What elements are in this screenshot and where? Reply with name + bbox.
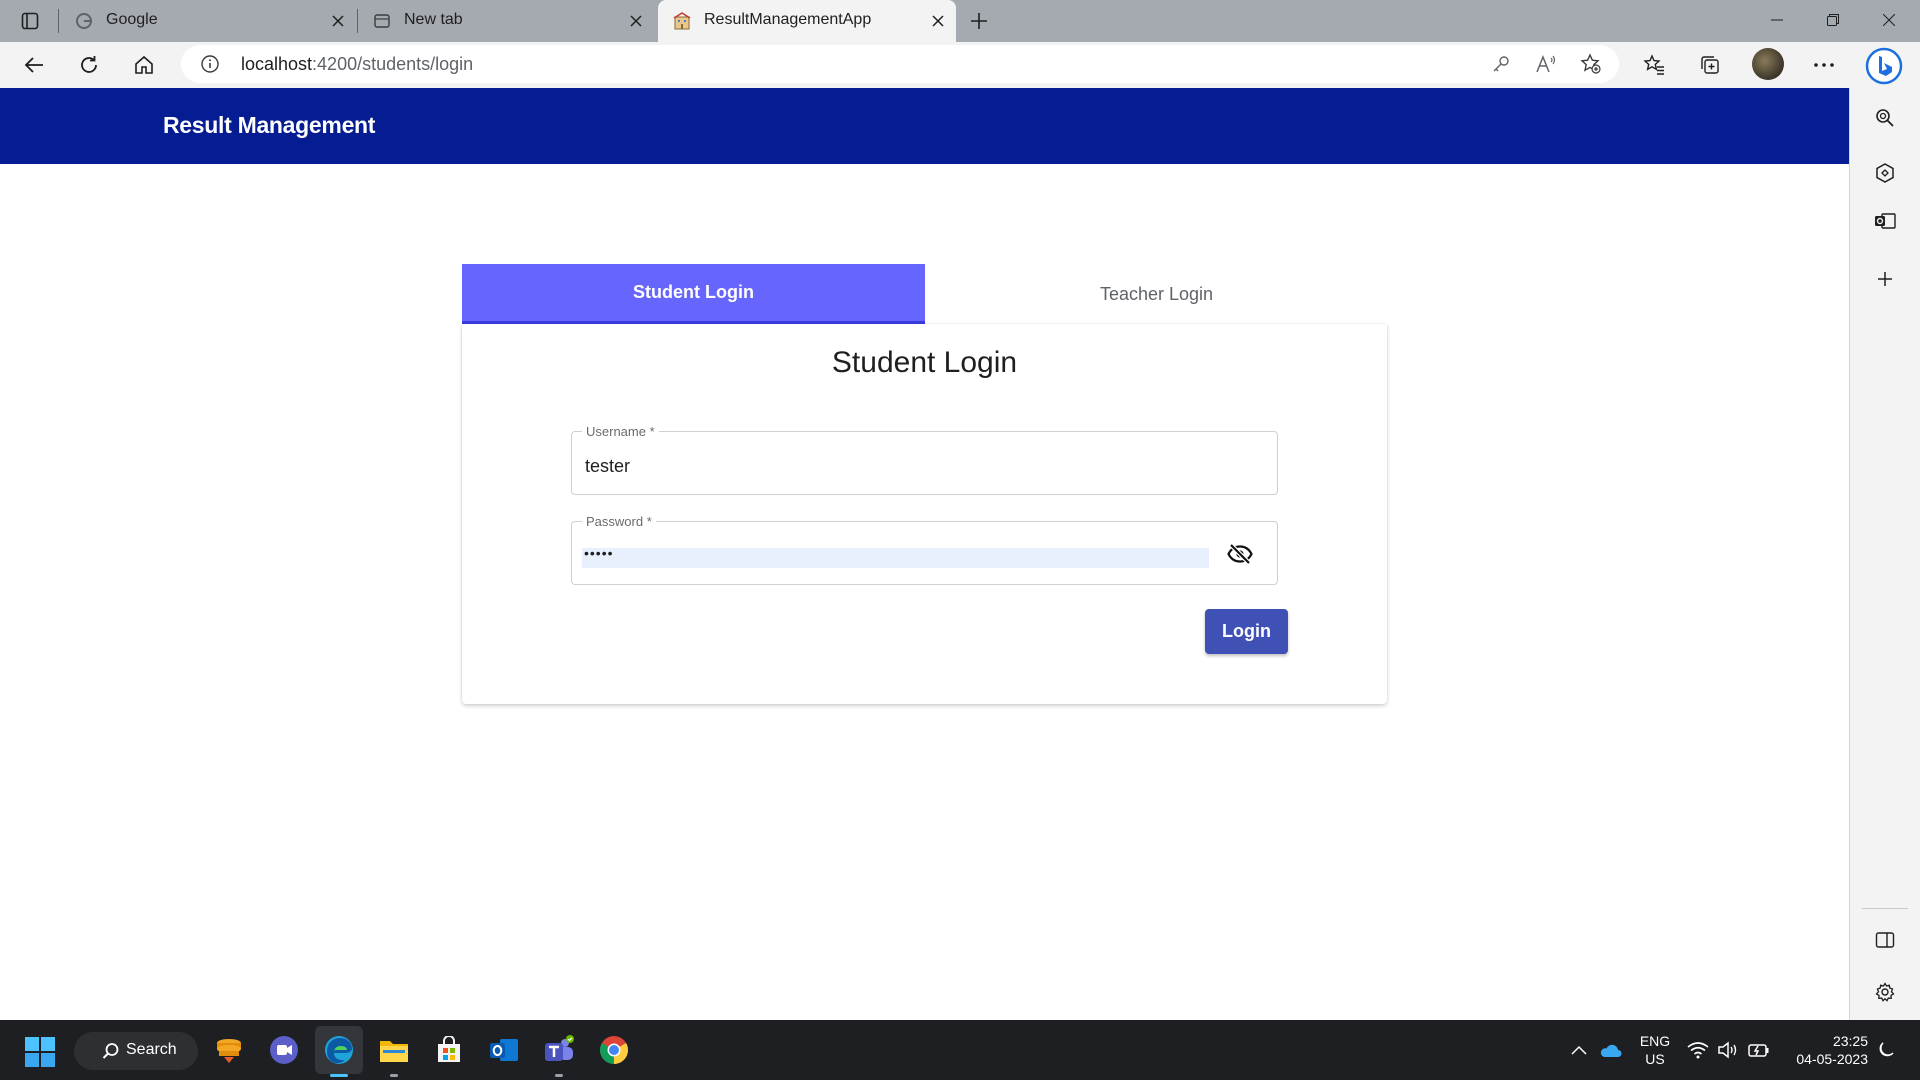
volume-icon[interactable] <box>1716 1038 1740 1062</box>
tab-title: Google <box>106 11 158 28</box>
login-tab-group: Student Login Teacher Login <box>462 264 1387 324</box>
tab-new-tab[interactable]: New tab <box>358 0 654 42</box>
microsoft-store-icon[interactable] <box>433 1034 465 1066</box>
refresh-icon[interactable] <box>73 49 105 81</box>
split-screen-icon[interactable] <box>1870 925 1900 955</box>
outlook-sidebar-icon[interactable] <box>1870 206 1900 236</box>
tab-title: New tab <box>404 11 463 28</box>
add-favorite-icon[interactable] <box>1579 52 1603 76</box>
edge-browser-icon[interactable] <box>315 1026 363 1074</box>
tab-separator <box>58 9 59 33</box>
edge-active-indicator <box>330 1074 348 1077</box>
close-tab-icon[interactable] <box>328 11 348 31</box>
windows-taskbar: Search ENG US 23:25 04-05-2023 <box>0 1020 1920 1080</box>
outlook-icon[interactable] <box>488 1034 520 1066</box>
onedrive-icon[interactable] <box>1598 1038 1622 1062</box>
show-hidden-icons-icon[interactable] <box>1567 1038 1591 1062</box>
url-host: localhost <box>241 54 313 74</box>
clock-date: 04-05-2023 <box>1796 1051 1868 1067</box>
login-button[interactable]: Login <box>1205 609 1288 654</box>
tab-google[interactable]: Google <box>60 0 356 42</box>
system-clock[interactable]: 23:25 04-05-2023 <box>1782 1032 1868 1068</box>
login-card: Student Login Username * tester Password… <box>462 324 1387 704</box>
taskbar-search[interactable]: Search <box>74 1032 198 1070</box>
collections-icon[interactable] <box>1694 49 1726 81</box>
url-text[interactable]: localhost:4200/students/login <box>241 54 473 75</box>
wifi-icon[interactable] <box>1686 1038 1710 1062</box>
more-icon[interactable] <box>1808 49 1840 81</box>
browser-tab-strip: Google New tab ResultManagementApp <box>0 0 1920 42</box>
close-window-icon[interactable] <box>1866 4 1912 36</box>
back-icon[interactable] <box>18 49 50 81</box>
clock-time: 23:25 <box>1832 1033 1868 1049</box>
url-path: :4200/students/login <box>312 54 474 74</box>
home-icon[interactable] <box>128 49 160 81</box>
file-explorer-icon[interactable] <box>378 1034 410 1066</box>
password-key-icon[interactable] <box>1489 52 1513 76</box>
browser-toolbar: localhost:4200/students/login <box>0 42 1920 88</box>
tab-title: ResultManagementApp <box>704 11 872 28</box>
tab-result-management-app[interactable]: ResultManagementApp <box>658 0 956 42</box>
tab-actions-icon[interactable] <box>14 9 46 33</box>
site-info-icon[interactable] <box>201 55 219 73</box>
region-code: US <box>1645 1051 1665 1067</box>
web-page: Result Management Student Login Teacher … <box>0 88 1849 1020</box>
password-autofill-highlight <box>582 548 1209 568</box>
tools-sidebar-icon[interactable] <box>1870 158 1900 188</box>
password-input[interactable]: ••••• <box>584 545 614 561</box>
stacked-coins-app-icon[interactable] <box>213 1034 245 1066</box>
battery-charging-icon[interactable] <box>1747 1038 1771 1062</box>
new-tab-page-icon <box>372 11 392 31</box>
close-tab-icon[interactable] <box>928 11 948 31</box>
app-header: Result Management <box>0 88 1849 164</box>
chrome-icon[interactable] <box>598 1034 630 1066</box>
teams-running-indicator <box>555 1074 563 1077</box>
login-heading: Student Login <box>831 346 1018 379</box>
meet-now-video-icon[interactable] <box>268 1034 300 1066</box>
sidebar-divider <box>1862 908 1908 909</box>
explorer-running-indicator <box>390 1074 398 1077</box>
restore-icon[interactable] <box>1810 4 1856 36</box>
language-code: ENG <box>1639 1033 1671 1049</box>
search-label: Search <box>126 1041 177 1058</box>
tab-student-login[interactable]: Student Login <box>462 264 925 324</box>
bing-copilot-icon[interactable] <box>1864 46 1904 86</box>
edge-sidebar <box>1849 88 1920 1020</box>
tab-teacher-login[interactable]: Teacher Login <box>925 264 1388 324</box>
windows-start-icon[interactable] <box>24 1036 56 1068</box>
input-language-indicator[interactable]: ENG US <box>1635 1032 1675 1068</box>
address-bar[interactable]: localhost:4200/students/login <box>181 45 1619 83</box>
search-icon <box>102 1042 120 1060</box>
teams-icon[interactable] <box>543 1034 575 1066</box>
username-input[interactable]: tester <box>585 456 630 477</box>
favorites-icon[interactable] <box>1638 49 1670 81</box>
password-label: Password * <box>582 514 656 529</box>
new-tab-plus-icon[interactable] <box>965 7 993 35</box>
username-field[interactable]: Username * tester <box>571 424 1278 495</box>
password-field[interactable]: Password * ••••• <box>571 514 1278 585</box>
close-tab-icon[interactable] <box>626 11 646 31</box>
settings-icon[interactable] <box>1870 977 1900 1007</box>
app-title[interactable]: Result Management <box>163 112 375 139</box>
app-building-icon <box>672 11 692 31</box>
username-label: Username * <box>582 424 659 439</box>
profile-avatar[interactable] <box>1752 48 1784 80</box>
search-sidebar-icon[interactable] <box>1870 103 1900 133</box>
google-g-icon <box>74 11 94 31</box>
focus-moon-icon[interactable] <box>1874 1038 1898 1062</box>
minimize-icon[interactable] <box>1754 4 1800 36</box>
visibility-off-icon[interactable] <box>1226 540 1254 568</box>
add-sidebar-icon[interactable] <box>1870 264 1900 294</box>
read-aloud-icon[interactable] <box>1534 52 1558 76</box>
